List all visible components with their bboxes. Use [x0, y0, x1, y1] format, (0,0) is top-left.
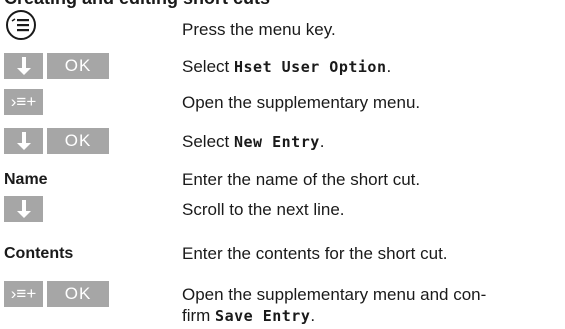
ok-key: OK: [47, 53, 109, 79]
supplementary-menu-key: ›≡+: [4, 89, 43, 115]
field-label-name: Name: [4, 171, 48, 188]
step-desc-2: Select Hset User Option.: [182, 56, 562, 78]
step-desc-8: Open the supplementary menu and con-firm…: [182, 284, 562, 327]
step-row-5: Name Enter the name of the short cut.: [0, 169, 565, 193]
down-arrow-key: [4, 53, 43, 79]
step-row-1: Press the menu key.: [0, 10, 565, 44]
supplementary-menu-icon: ›≡+: [10, 92, 37, 111]
down-arrow-key: [4, 128, 43, 154]
supplementary-menu-key: ›≡+: [4, 281, 43, 307]
step-desc-6: Scroll to the next line.: [182, 199, 562, 220]
desc-text: Press the menu key.: [182, 20, 336, 39]
menu-item-name: Hset User Option: [233, 58, 387, 76]
step-row-4: OK Select New Entry.: [0, 128, 565, 156]
step-desc-4: Select New Entry.: [182, 131, 562, 153]
menu-key-icon: [6, 10, 36, 40]
supplementary-menu-icon: ›≡+: [10, 284, 37, 303]
field-label-contents: Contents: [4, 245, 74, 262]
step-row-7: Contents Enter the contents for the shor…: [0, 243, 565, 267]
desc-text: .: [386, 57, 392, 76]
clipped-heading-text: Creating and editing short cuts: [4, 0, 270, 8]
menu-key: [4, 10, 36, 40]
step-desc-3: Open the supplementary menu.: [182, 92, 562, 113]
clipped-heading: Creating and editing short cuts: [0, 0, 565, 8]
desc-text: Scroll to the next line.: [182, 200, 345, 219]
step-row-2: OK Select Hset User Option.: [0, 53, 565, 81]
ok-key: OK: [47, 128, 109, 154]
desc-text: .: [319, 132, 325, 151]
down-arrow-key: [4, 196, 43, 222]
ok-key-label: OK: [64, 56, 92, 75]
desc-text: Select: [182, 132, 234, 151]
desc-text: Select: [182, 57, 234, 76]
step-row-8: ›≡+ OK Open the supplementary menu and c…: [0, 281, 565, 327]
desc-text: Open the supplementary menu and con-: [182, 285, 487, 304]
step-row-3: ›≡+ Open the supplementary menu.: [0, 89, 565, 117]
step-desc-5: Enter the name of the short cut.: [182, 169, 562, 190]
ok-key: OK: [47, 281, 109, 307]
desc-text: .: [310, 306, 316, 325]
down-arrow-icon: [16, 57, 31, 75]
desc-text: firm: [182, 306, 216, 325]
desc-text: Enter the name of the short cut.: [182, 170, 421, 189]
desc-text: Open the supplementary menu.: [182, 93, 421, 112]
menu-item-name: New Entry: [233, 133, 320, 151]
desc-text: Enter the contents for the short cut.: [182, 244, 448, 263]
ok-key-label: OK: [64, 131, 92, 150]
ok-key-label: OK: [64, 284, 92, 303]
step-desc-7: Enter the contents for the short cut.: [182, 243, 562, 264]
down-arrow-icon: [16, 132, 31, 150]
step-desc-1: Press the menu key.: [182, 19, 562, 40]
menu-item-name: Save Entry: [215, 307, 311, 325]
down-arrow-icon: [16, 200, 31, 218]
step-row-6: Scroll to the next line.: [0, 196, 565, 224]
